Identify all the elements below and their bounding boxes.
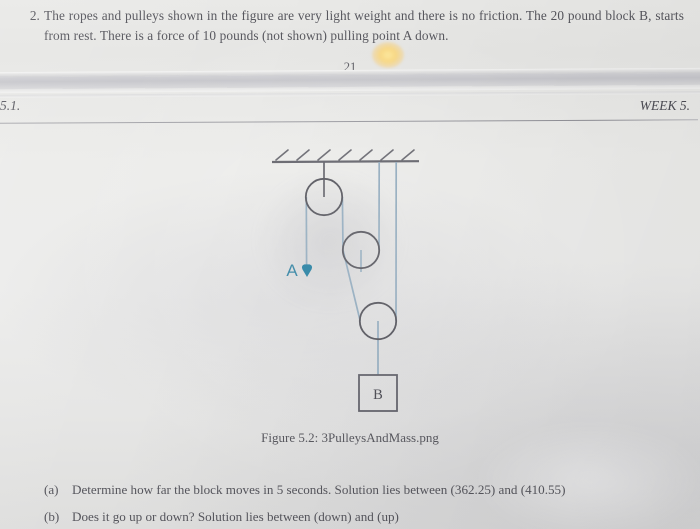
pulley-diagram-svg: B A <box>271 149 420 412</box>
figure-3pulleys-and-mass: B A <box>0 136 700 436</box>
page-number: 21 <box>343 60 357 74</box>
running-header: 5.1. WEEK 5. <box>0 98 700 122</box>
textbook-page-photo: 2. The ropes and pulleys shown in the fi… <box>0 0 700 529</box>
page-edge-shadow <box>0 72 700 90</box>
ceiling-line <box>271 160 420 164</box>
question-b-tag: (b) <box>44 509 60 524</box>
header-section-label: 5.1. <box>0 98 21 113</box>
page-fold-line <box>0 91 700 98</box>
question-a-text: Determine how far the block moves in 5 s… <box>72 482 566 497</box>
block-b-label: B <box>373 387 383 403</box>
header-week-label: WEEK 5. <box>639 98 690 113</box>
rope-topright-to-middle-left <box>341 196 344 251</box>
question-b: (b) Does it go up or down? Solution lies… <box>44 508 684 526</box>
question-a: (a) Determine how far the block moves in… <box>44 481 684 499</box>
figure-caption: Figure 5.2: 3PulleysAndMass.png <box>261 430 439 445</box>
question-a-tag: (a) <box>44 482 59 497</box>
point-a-marker <box>301 264 313 277</box>
point-a-label: A <box>286 261 298 280</box>
problem-statement: 2. The ropes and pulleys shown in the fi… <box>18 6 684 45</box>
problem-text: The ropes and pulleys shown in the figur… <box>44 8 684 43</box>
question-b-text: Does it go up or down? Solution lies bet… <box>72 509 399 524</box>
problem-number: 2. <box>29 8 40 23</box>
page-edge-highlight-lower <box>0 84 700 94</box>
ceiling-hatch-marks <box>275 149 415 161</box>
